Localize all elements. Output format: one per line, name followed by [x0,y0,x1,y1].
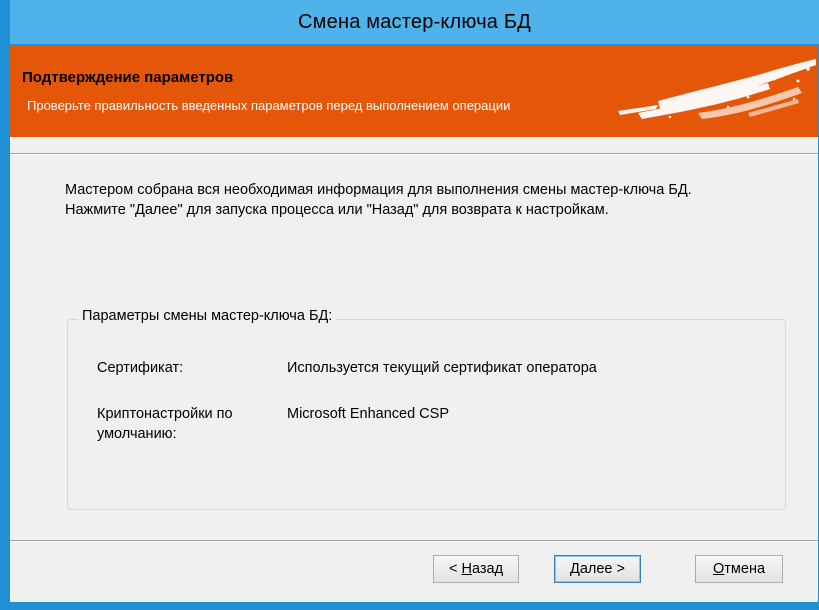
wizard-client-area: Подтверждение параметров Проверьте прави… [10,45,818,602]
next-button-label: алее > [579,561,625,577]
certificate-label: Сертификат: [97,360,184,376]
cancel-button-mnemonic: О [712,561,725,577]
window-title[interactable]: Смена мастер-ключа БД [10,0,819,44]
banner-title: Подтверждение параметров [22,69,234,86]
crypto-settings-label: Криптонастройки по умолчанию: [97,406,233,442]
wizard-header-banner: Подтверждение параметров Проверьте прави… [10,45,818,137]
back-button-mnemonic: Н [461,561,472,577]
next-button[interactable]: Далее > [554,555,641,583]
banner-subtitle: Проверьте правильность введенных парамет… [27,98,511,113]
crypto-settings-value: Microsoft Enhanced CSP [287,406,449,422]
back-button-label: азад [471,561,504,577]
certificate-value: Используется текущий сертификат оператор… [287,360,597,376]
header-separator [10,153,818,155]
back-button[interactable]: < Назад [433,555,519,583]
params-group-label: Параметры смены мастер-ключа БД: [78,308,337,324]
cancel-button[interactable]: Отмена [695,555,783,583]
next-button-mnemonic: Д [570,561,580,577]
footer-separator [10,540,818,542]
brush-strokes-icon [618,59,816,119]
intro-text: Мастером собрана вся необходимая информа… [65,182,692,218]
wizard-window: Смена мастер-ключа БД Подтверждение пара… [10,0,819,610]
back-button-prefix: < [448,561,462,577]
cancel-button-label: тмена [724,561,766,577]
